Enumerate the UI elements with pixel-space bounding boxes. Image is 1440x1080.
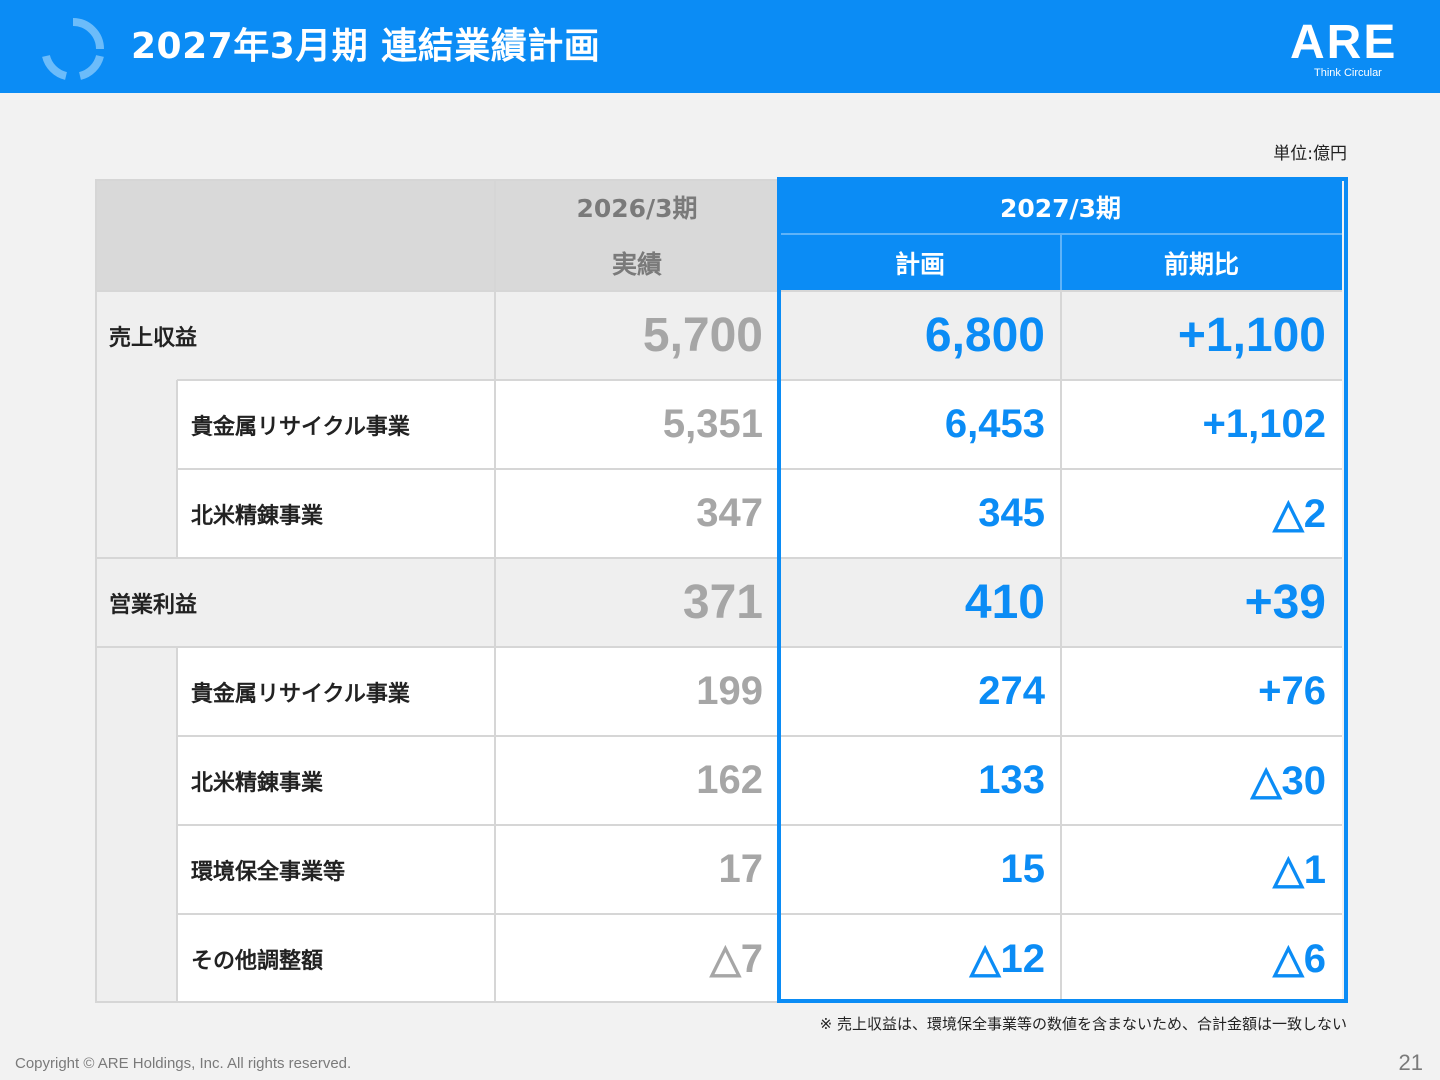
row-op-profit-yoy: +39	[1061, 558, 1342, 647]
page-title: 2027年3月期 連結業績計画	[131, 26, 601, 67]
logo-tagline: Think Circular	[1314, 67, 1382, 79]
row-op-na-label: 北米精錬事業	[177, 736, 495, 825]
row-rev-precious-yoy: +1,102	[1061, 380, 1342, 469]
row-rev-precious-label: 貴金属リサイクル事業	[177, 380, 495, 469]
header-prev-actual: 実績	[495, 235, 779, 291]
row-op-other-yoy: △6	[1061, 914, 1342, 1003]
grid-line	[95, 179, 97, 1003]
grid-line	[95, 1001, 779, 1003]
row-op-other-label: その他調整額	[177, 914, 495, 1003]
header-blank-cell	[95, 179, 495, 291]
copyright: Copyright © ARE Holdings, Inc. All right…	[15, 1055, 352, 1072]
row-op-other-plan: △12	[779, 914, 1061, 1003]
row-op-na-yoy: △30	[1061, 736, 1342, 825]
company-logo: ARE Think Circular	[1290, 18, 1412, 82]
grid-line	[177, 824, 1342, 826]
forecast-table: 2026/3期 実績 2027/3期 計画 前期比 売上収益 5,700 6,8…	[95, 177, 1348, 1003]
row-op-profit-actual: 371	[495, 558, 779, 647]
grid-line	[494, 179, 496, 1003]
row-op-env-plan: 15	[779, 825, 1061, 914]
grid-line	[177, 468, 1342, 470]
row-revenue-actual: 5,700	[495, 291, 779, 380]
header-next-period: 2027/3期	[779, 179, 1342, 235]
indent-spacer	[95, 647, 177, 1003]
circular-arrows-icon	[42, 18, 104, 80]
header-col-divider	[1060, 235, 1062, 291]
header-prev-period: 2026/3期	[495, 179, 779, 235]
row-revenue-label: 売上収益	[95, 291, 495, 380]
unit-label: 単位:億円	[1273, 144, 1347, 164]
row-revenue-plan: 6,800	[779, 291, 1061, 380]
grid-line	[176, 380, 178, 558]
indent-spacer	[95, 380, 177, 558]
slide-header: 2027年3月期 連結業績計画 ARE Think Circular	[0, 0, 1440, 93]
row-op-env-yoy: △1	[1061, 825, 1342, 914]
footnote: ※ 売上収益は、環境保全事業等の数値を含まないため、合計金額は一致しない	[819, 1015, 1347, 1033]
page-number: 21	[1398, 1050, 1423, 1075]
grid-line	[95, 557, 1342, 559]
row-op-precious-yoy: +76	[1061, 647, 1342, 736]
row-rev-na-label: 北米精錬事業	[177, 469, 495, 558]
grid-line	[177, 379, 1342, 381]
row-op-na-plan: 133	[779, 736, 1061, 825]
header-next-plan: 計画	[779, 235, 1061, 291]
row-op-env-label: 環境保全事業等	[177, 825, 495, 914]
header-next-yoy: 前期比	[1061, 235, 1342, 291]
row-op-precious-actual: 199	[495, 647, 779, 736]
grid-line	[177, 735, 1342, 737]
row-op-other-actual: △7	[495, 914, 779, 1003]
row-rev-precious-actual: 5,351	[495, 380, 779, 469]
row-rev-na-actual: 347	[495, 469, 779, 558]
grid-line	[95, 646, 1342, 648]
row-op-precious-label: 貴金属リサイクル事業	[177, 647, 495, 736]
row-rev-na-yoy: △2	[1061, 469, 1342, 558]
logo-wordmark: ARE	[1290, 16, 1398, 69]
row-op-profit-plan: 410	[779, 558, 1061, 647]
row-rev-precious-plan: 6,453	[779, 380, 1061, 469]
row-op-profit-label: 営業利益	[95, 558, 495, 647]
grid-line	[95, 179, 779, 181]
row-op-env-actual: 17	[495, 825, 779, 914]
row-op-na-actual: 162	[495, 736, 779, 825]
grid-line	[177, 913, 1342, 915]
row-revenue-yoy: +1,100	[1061, 291, 1342, 380]
grid-line	[95, 290, 1342, 292]
row-rev-na-plan: 345	[779, 469, 1061, 558]
grid-line	[176, 647, 178, 1003]
row-op-precious-plan: 274	[779, 647, 1061, 736]
grid-line	[1060, 291, 1062, 1003]
